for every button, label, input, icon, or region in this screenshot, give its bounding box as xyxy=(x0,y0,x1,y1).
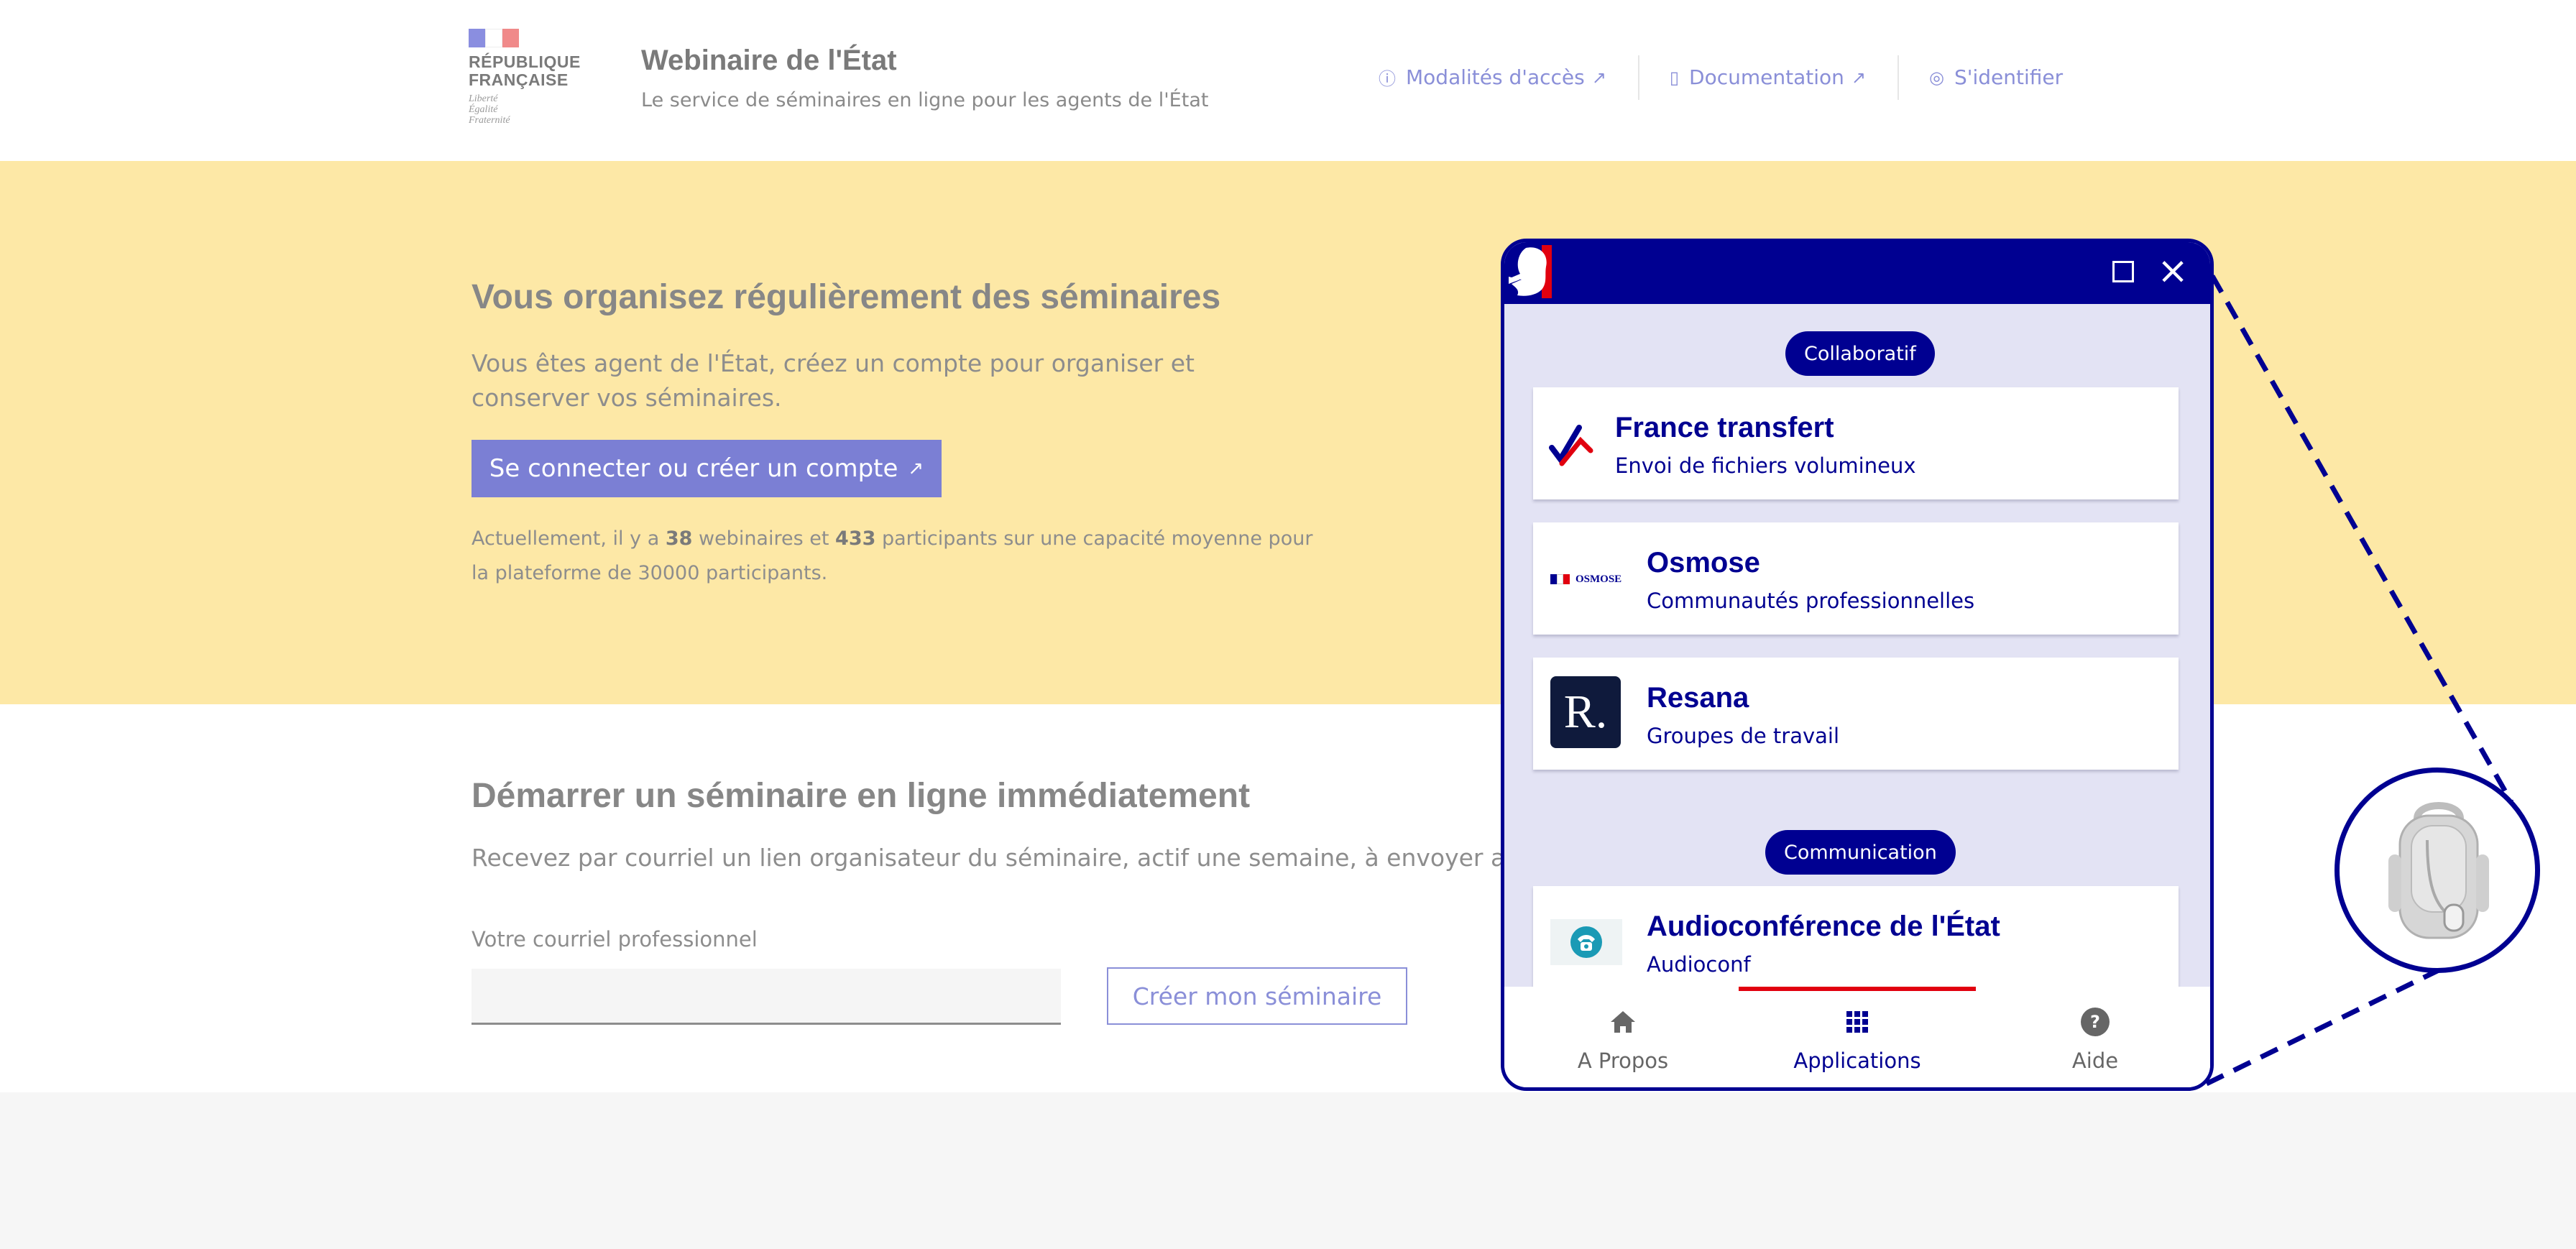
start-lead: Recevez par courriel un lien organisateu… xyxy=(472,844,1528,872)
participant-count: 433 xyxy=(835,527,876,550)
hero-lead: Vous êtes agent de l'État, créez un comp… xyxy=(472,349,1195,412)
external-link-icon: ↗ xyxy=(908,458,924,479)
applications-widget-panel: × Collaboratif France transfert Envoi de… xyxy=(1501,239,2214,1091)
tab-applications[interactable]: Applications xyxy=(1739,987,1976,1087)
app-card-osmose[interactable]: OSMOSE Osmose Communautés professionnell… xyxy=(1533,522,2179,635)
book-icon: ▯ xyxy=(1669,67,1680,88)
site-header: RÉPUBLIQUE FRANÇAISE Liberté Égalité Fra… xyxy=(0,0,2576,161)
app-desc: Communautés professionnelles xyxy=(1647,589,1975,613)
audioconf-icon xyxy=(1550,919,1622,965)
flag-icon xyxy=(469,29,520,47)
marianne-icon xyxy=(1509,245,1552,298)
nav-documentation[interactable]: ▯ Documentation ↗ xyxy=(1637,55,1898,100)
app-name: Audioconférence de l'État xyxy=(1647,911,2000,942)
create-seminar-button[interactable]: Créer mon séminaire xyxy=(1107,967,1407,1025)
service-tagline: Le service de séminaires en ligne pour l… xyxy=(641,89,1209,111)
app-desc: Envoi de fichiers volumineux xyxy=(1615,453,1916,478)
app-name: Resana xyxy=(1647,682,1749,714)
maximize-button[interactable] xyxy=(2112,261,2134,282)
app-card-resana[interactable]: R. Resana Groupes de travail xyxy=(1533,658,2179,770)
resana-icon: R. xyxy=(1550,676,1621,748)
nav-identifier[interactable]: ◎ S'identifier xyxy=(1898,55,2094,100)
tab-a-propos[interactable]: A Propos xyxy=(1504,987,1742,1087)
logo-line2: FRANÇAISE xyxy=(469,70,569,89)
grid-icon xyxy=(1846,1011,1868,1033)
user-icon: ◎ xyxy=(1929,67,1944,88)
logo-motto: Liberté Égalité Fraternité xyxy=(469,93,510,126)
republique-francaise-logo[interactable]: RÉPUBLIQUE FRANÇAISE Liberté Égalité Fra… xyxy=(469,29,584,126)
svg-text:?: ? xyxy=(2090,1012,2100,1032)
info-icon: ⓘ xyxy=(1379,69,1396,89)
close-button[interactable]: × xyxy=(2154,252,2191,290)
backpack-icon xyxy=(2388,802,2489,939)
home-icon xyxy=(1611,1011,1635,1033)
email-label: Votre courriel professionnel xyxy=(472,927,758,951)
header-nav: ⓘ Modalités d'accès ↗ ▯ Documentation ↗ … xyxy=(1366,55,2094,100)
email-field[interactable] xyxy=(472,969,1061,1025)
service-title[interactable]: Webinaire de l'État xyxy=(641,45,897,77)
hero-title: Vous organisez régulièrement des séminai… xyxy=(472,278,1221,316)
osmose-icon: OSMOSE xyxy=(1550,570,1628,589)
tab-aide[interactable]: ? Aide xyxy=(1977,987,2210,1087)
category-communication: Communication xyxy=(1765,830,1956,875)
login-button[interactable]: Se connecter ou créer un compte ↗ xyxy=(472,440,942,497)
nav-modalites-acces[interactable]: ⓘ Modalités d'accès ↗ xyxy=(1366,65,1638,90)
external-link-icon: ↗ xyxy=(1591,67,1606,88)
app-desc: Audioconf xyxy=(1647,952,1751,977)
app-card-audioconference[interactable]: Audioconférence de l'État Audioconf xyxy=(1533,886,2179,998)
panel-tab-bar: A Propos Applications ? Aide xyxy=(1504,987,2210,1087)
panel-title-bar: × xyxy=(1504,242,2210,304)
app-name: Osmose xyxy=(1647,547,1760,579)
help-icon: ? xyxy=(2081,1008,2110,1036)
webinar-count: 38 xyxy=(665,527,693,550)
france-transfert-icon xyxy=(1549,425,1593,466)
backpack-launcher-button[interactable] xyxy=(2334,768,2540,973)
app-card-france-transfert[interactable]: France transfert Envoi de fichiers volum… xyxy=(1533,387,2179,499)
logo-line1: RÉPUBLIQUE xyxy=(469,52,581,71)
app-desc: Groupes de travail xyxy=(1647,724,1840,748)
external-link-icon: ↗ xyxy=(1851,67,1867,88)
app-name: France transfert xyxy=(1615,412,1834,443)
stats-text: Actuellement, il y a 38 webinaires et 43… xyxy=(472,527,1313,584)
start-title: Démarrer un séminaire en ligne immédiate… xyxy=(472,777,1251,815)
category-collaboratif: Collaboratif xyxy=(1785,331,1935,376)
